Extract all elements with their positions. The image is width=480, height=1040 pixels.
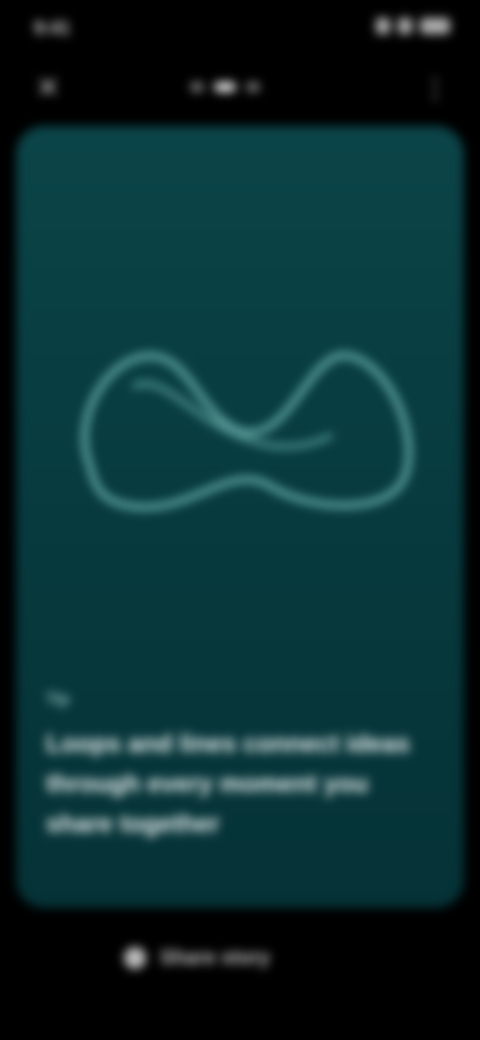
story-progress <box>190 82 260 92</box>
progress-dot-active <box>214 82 236 92</box>
story-card[interactable]: Tip Loops and lines connect ideas throug… <box>16 126 464 908</box>
infinity-loop-icon <box>81 351 413 511</box>
share-icon <box>124 947 146 969</box>
status-time: 9:41 <box>34 18 71 38</box>
progress-dot <box>246 82 260 92</box>
bottom-bar: Share story <box>0 920 480 1000</box>
signal-icon <box>376 18 390 34</box>
more-icon[interactable]: ⋮ <box>422 72 448 104</box>
battery-icon <box>420 18 450 34</box>
caption-label: Tip <box>46 691 70 708</box>
loop-outline <box>81 351 413 511</box>
status-bar: 9:41 <box>0 0 480 60</box>
close-icon[interactable]: ✕ <box>32 72 64 104</box>
wifi-icon <box>398 18 412 34</box>
status-icons <box>376 18 450 34</box>
top-app-bar: ✕ ⋮ <box>0 62 480 118</box>
caption-text: Loops and lines connect ideas through ev… <box>46 730 410 838</box>
story-screen: 9:41 ✕ ⋮ Tip Loops and lines connect ide… <box>0 0 480 1040</box>
share-button[interactable]: Share story <box>108 934 322 982</box>
share-label: Share story <box>160 946 271 969</box>
progress-dot <box>190 82 204 92</box>
